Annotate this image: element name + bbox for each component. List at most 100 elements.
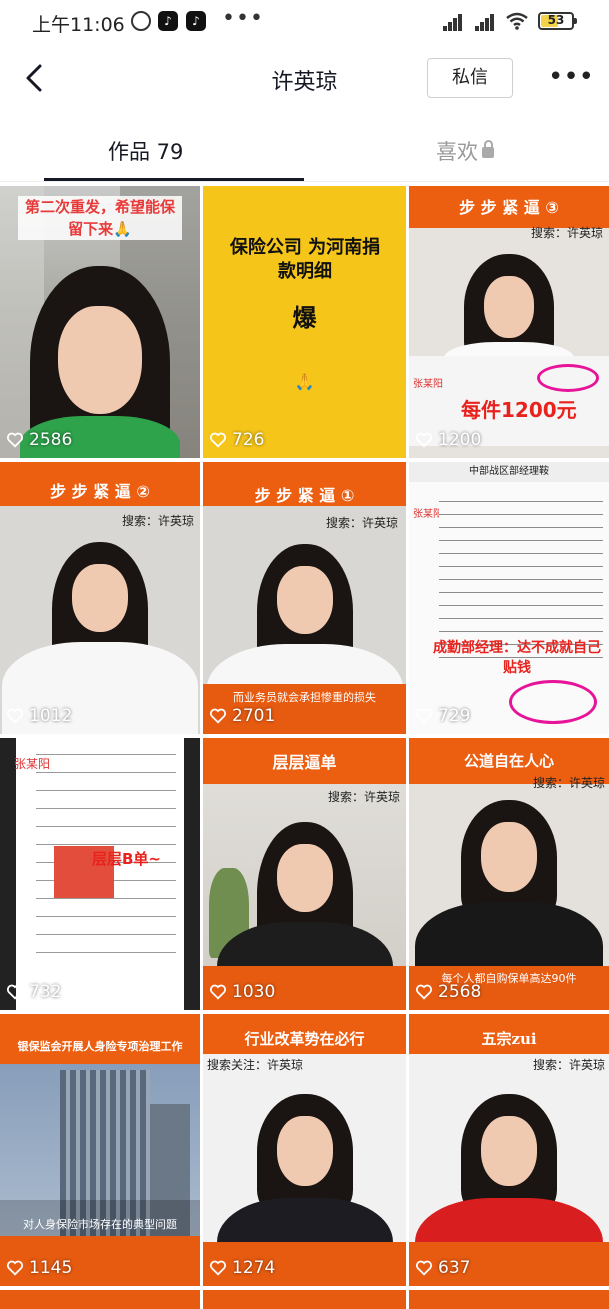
video-title: 银保监会开展人身险专项治理工作 (0, 1014, 200, 1064)
heart-icon (6, 708, 24, 724)
praying-hands-icon: 🙏 (294, 372, 315, 391)
video-thumbnail[interactable] (409, 1290, 609, 1309)
search-tag: 搜索：许英琼 (532, 776, 605, 790)
like-count: 1200 (415, 430, 481, 450)
person-figure (444, 254, 574, 382)
more-notifications-icon: ••• (222, 6, 264, 31)
search-tag: 搜索关注：许英琼 (207, 1058, 304, 1072)
video-title: 步 步 紧 逼 ③ (409, 186, 609, 228)
page-title: 许英琼 (271, 70, 338, 95)
status-time: 上午11:06 (32, 14, 125, 36)
logo: 爆 (292, 304, 317, 332)
lock-icon (482, 140, 494, 158)
overlay-text: 层层B单~ (92, 850, 162, 868)
like-count-value: 1030 (232, 982, 276, 1002)
profile-header: 许英琼 私信 ••• (0, 44, 609, 114)
like-count-value: 729 (438, 706, 471, 726)
heart-icon (209, 432, 227, 448)
like-count-value: 1274 (232, 1258, 276, 1278)
like-count-value: 1012 (29, 706, 73, 726)
video-title: 保险公司 为河南捐款明细 (229, 237, 381, 282)
like-count: 637 (415, 1258, 470, 1278)
video-thumbnail[interactable] (0, 1290, 200, 1309)
video-thumbnail[interactable]: 银保监会开展人身险专项治理工作 对人身保险市场存在的典型问题 1145 (0, 1014, 200, 1286)
like-count-value: 1145 (29, 1258, 73, 1278)
like-count: 729 (415, 706, 470, 726)
highlight-circle (537, 364, 599, 392)
search-tag: 搜索：许英琼 (532, 1058, 605, 1072)
heart-icon (209, 984, 227, 1000)
heart-icon (6, 984, 24, 1000)
tiktok-icon: ♪ (186, 11, 206, 31)
heart-icon (415, 1260, 433, 1276)
signal-icon (443, 12, 463, 31)
video-thumbnail[interactable]: 第二次重发，希望能保留下来🙏 2586 (0, 186, 200, 458)
alarm-icon (131, 11, 151, 31)
tab-likes[interactable]: 喜欢 (436, 136, 494, 166)
like-count: 732 (6, 982, 61, 1002)
heart-icon (415, 984, 433, 1000)
tiktok-icon: ♪ (158, 11, 178, 31)
video-thumbnail[interactable]: 五宗zui 搜索：许英琼 637 (409, 1014, 609, 1286)
message-button[interactable]: 私信 (427, 58, 513, 98)
like-count-value: 726 (232, 430, 265, 450)
heart-icon (209, 1260, 227, 1276)
note-name: 张某阳 (14, 757, 51, 771)
like-count: 1274 (209, 1258, 275, 1278)
video-title: 步 步 紧 逼 ② (0, 462, 200, 506)
like-count: 2701 (209, 706, 275, 726)
chat-header: 中部战区部经理鞍 (409, 462, 609, 482)
heart-icon (209, 708, 227, 724)
overlay-text: 成勤部经理：达不成就自己贴钱 (433, 640, 601, 676)
battery-level: 53 (547, 13, 565, 27)
search-tag: 搜索：许英琼 (121, 514, 194, 528)
like-count: 726 (209, 430, 264, 450)
tab-works[interactable]: 作品 79 (108, 136, 183, 166)
video-caption: 对人身保险市场存在的典型问题 (23, 1218, 177, 1231)
video-caption: 而业务员就会承担惨重的损失 (233, 691, 376, 704)
profile-tabs: 作品 79 喜欢 (0, 120, 609, 182)
note-name: 张某阳 (413, 379, 443, 390)
signal-icon (475, 12, 495, 31)
video-thumbnail[interactable] (203, 1290, 406, 1309)
like-count: 1012 (6, 706, 72, 726)
heart-icon (415, 432, 433, 448)
video-thumbnail[interactable]: 步 步 紧 逼 ③ 搜索：许英琼 张某阳 每件1200元 1200 (409, 186, 609, 458)
video-thumbnail[interactable]: 中部战区部经理鞍 张某阳 成勤部经理：达不成就自己贴钱 729 (409, 462, 609, 734)
heart-icon (6, 1260, 24, 1276)
video-thumbnail[interactable]: 公道自在人心 搜索：许英琼 每个人都自购保单高达90件 2568 (409, 738, 609, 1010)
like-count-value: 637 (438, 1258, 471, 1278)
search-tag: 搜索：许英琼 (530, 226, 603, 240)
video-thumbnail[interactable]: 步 步 紧 逼 ② 搜索：许英琼 1012 (0, 462, 200, 734)
like-count-value: 2568 (438, 982, 482, 1002)
like-count: 1145 (6, 1258, 72, 1278)
tab-active-indicator (44, 178, 304, 181)
video-thumbnail[interactable]: 保险公司 为河南捐款明细 爆 🙏 726 (203, 186, 406, 458)
highlight-circle (509, 680, 597, 724)
wifi-icon (506, 12, 528, 30)
like-count: 1030 (209, 982, 275, 1002)
video-thumbnail[interactable]: 层层逼单 搜索：许英琼 1030 (203, 738, 406, 1010)
video-title: 第二次重发，希望能保留下来🙏 (18, 196, 182, 240)
search-tag: 搜索：许英琼 (327, 790, 400, 804)
like-count: 2586 (6, 430, 72, 450)
heart-icon (415, 708, 433, 724)
like-count-value: 2586 (29, 430, 73, 450)
video-thumbnail[interactable]: 层层B单~ 张某阳 732 (0, 738, 200, 1010)
heart-icon (6, 432, 24, 448)
video-title: 层层逼单 (203, 738, 406, 784)
like-count-value: 732 (29, 982, 62, 1002)
video-thumbnail[interactable]: 步 步 紧 逼 ① 搜索：许英琼 而业务员就会承担惨重的损失 2701 (203, 462, 406, 734)
video-thumbnail[interactable]: 行业改革势在必行 搜索关注：许英琼 1274 (203, 1014, 406, 1286)
video-title: 行业改革势在必行 (203, 1014, 406, 1054)
like-count-value: 2701 (232, 706, 276, 726)
like-count: 2568 (415, 982, 481, 1002)
overlay-text: 每件1200元 (461, 398, 577, 422)
more-options-icon[interactable]: ••• (548, 62, 594, 92)
like-count-value: 1200 (438, 430, 482, 450)
status-bar: 上午11:06 ♪ ♪ ••• 53 (0, 0, 609, 44)
search-tag: 搜索：许英琼 (325, 516, 398, 530)
tab-likes-label: 喜欢 (436, 140, 478, 164)
battery-icon: 53 (538, 12, 577, 30)
video-title: 五宗zui (409, 1014, 609, 1054)
